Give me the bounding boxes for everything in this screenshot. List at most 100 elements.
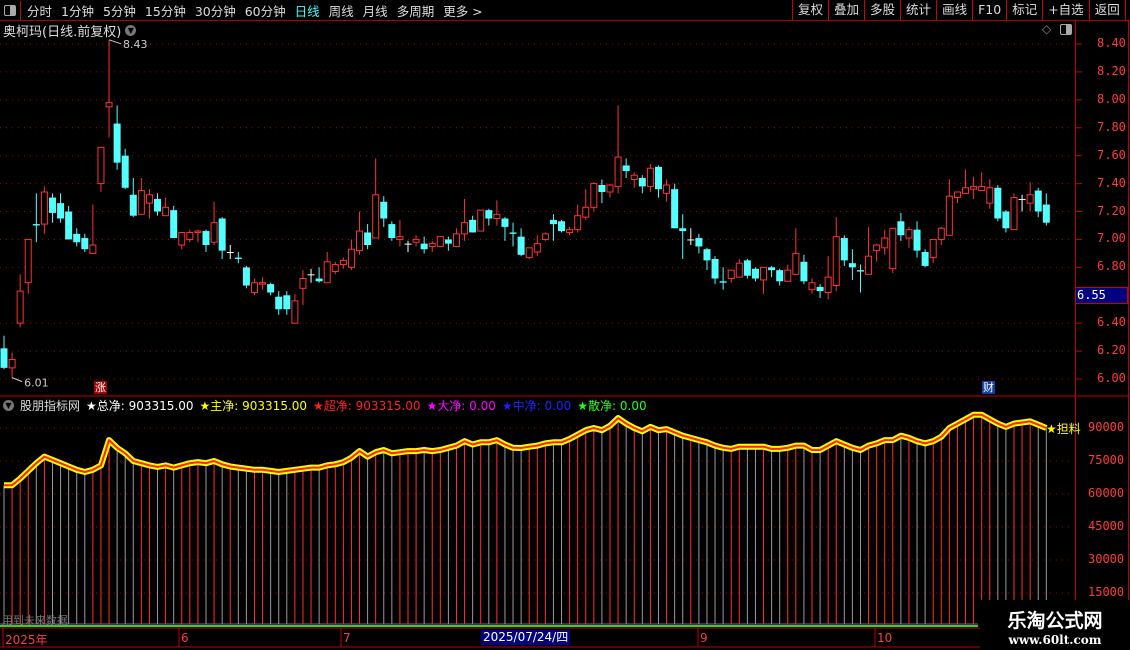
candle: [832, 217, 840, 292]
candle: [768, 265, 776, 278]
candle: [953, 191, 961, 204]
candle-body: [776, 270, 784, 282]
signal-up-badge: 涨: [94, 381, 107, 394]
candle-body: [323, 261, 331, 284]
candle-body: [461, 222, 469, 235]
candle-body: [452, 233, 460, 247]
candle-body: [242, 267, 250, 286]
candle: [937, 226, 945, 246]
indicator-field: ★大净: 0.00: [426, 399, 496, 413]
date-label: 2025年: [5, 633, 48, 647]
candle-body: [921, 252, 929, 266]
indicator-name[interactable]: 股朋指标网: [20, 397, 80, 414]
candle-body: [792, 252, 800, 275]
candle-body: [663, 184, 671, 194]
date-label: 7: [343, 631, 351, 645]
candle: [145, 189, 153, 219]
candle-body: [897, 221, 905, 236]
candle-body: [73, 233, 81, 243]
candle: [372, 158, 380, 239]
candle: [24, 238, 32, 294]
price-tick-label: 8.40: [1097, 36, 1126, 50]
candle-body: [929, 238, 937, 259]
candle-body: [48, 197, 56, 213]
candle: [671, 183, 679, 229]
candle: [905, 226, 913, 248]
candle-body: [485, 210, 493, 219]
candle: [315, 267, 323, 283]
indicator-field: ★中净: 0.00: [501, 399, 572, 413]
candle-body: [259, 282, 267, 285]
candle-body: [16, 290, 24, 324]
candle-body: [671, 189, 679, 229]
price-tick-label: 8.00: [1097, 91, 1126, 106]
candle: [113, 105, 121, 170]
candle: [606, 183, 614, 198]
candle: [97, 146, 105, 192]
candle: [978, 172, 986, 192]
candle: [339, 257, 347, 269]
candle: [250, 278, 258, 296]
candle-body: [145, 194, 153, 204]
candle-body: [436, 236, 444, 247]
candle-body: [970, 185, 978, 190]
candle: [792, 228, 800, 275]
candle-body: [186, 231, 194, 240]
candle-body: [356, 230, 364, 252]
indicator-field: ★主净: 903315.00: [199, 399, 308, 413]
indicator-field: ★总净: 903315.00: [86, 399, 194, 413]
candle-body: [307, 274, 315, 276]
candle: [356, 211, 364, 255]
candle: [590, 182, 598, 212]
candle: [347, 239, 355, 271]
date-label: 6: [181, 631, 189, 645]
candle: [57, 193, 65, 223]
candle-body: [170, 210, 178, 239]
candle: [186, 229, 194, 243]
candle-body: [89, 244, 97, 254]
price-tick-label: 6.40: [1097, 315, 1126, 330]
candle-body: [24, 238, 32, 284]
candle-body: [396, 236, 404, 240]
price-tick-label: 7.00: [1097, 231, 1126, 246]
candle: [1034, 187, 1042, 218]
candle: [16, 274, 24, 328]
candle-body: [590, 183, 598, 208]
candle: [525, 247, 533, 259]
candle-body: [727, 269, 735, 280]
candle: [396, 219, 404, 247]
candle-body: [962, 187, 970, 194]
candle-body: [202, 231, 210, 246]
candle-body: [881, 237, 889, 249]
watermark-name: 乐淘公式网: [1007, 610, 1103, 632]
date-label: 10: [877, 631, 893, 645]
candle-body: [347, 248, 355, 268]
candle-body: [275, 296, 283, 310]
candle-body: [372, 194, 380, 239]
candle-body: [994, 187, 1002, 219]
chevron-down-icon[interactable]: ▼: [3, 400, 14, 411]
candle: [501, 217, 509, 241]
candle-body: [1010, 197, 1018, 231]
candle-body: [808, 282, 816, 291]
candle: [1002, 210, 1010, 233]
date-label: 9: [700, 631, 708, 645]
candle: [380, 196, 388, 227]
candle: [291, 293, 299, 324]
candle-body: [1026, 194, 1034, 204]
candle-body: [598, 184, 606, 192]
candle: [8, 352, 16, 378]
candle-body: [574, 215, 582, 231]
candle: [154, 193, 162, 216]
signal-finance-badge: 财: [982, 381, 995, 394]
candle-body: [840, 238, 848, 261]
candle-body: [194, 230, 202, 233]
candle-body: [687, 239, 695, 241]
candle-body: [267, 284, 275, 293]
candle-body: [412, 238, 420, 243]
candle: [493, 200, 501, 226]
price-tick-label: 8.20: [1097, 63, 1126, 78]
candle-body: [832, 236, 840, 287]
candle-body: [856, 270, 864, 272]
kline-chart[interactable]: 8.43 6.01: [0, 0, 1130, 650]
